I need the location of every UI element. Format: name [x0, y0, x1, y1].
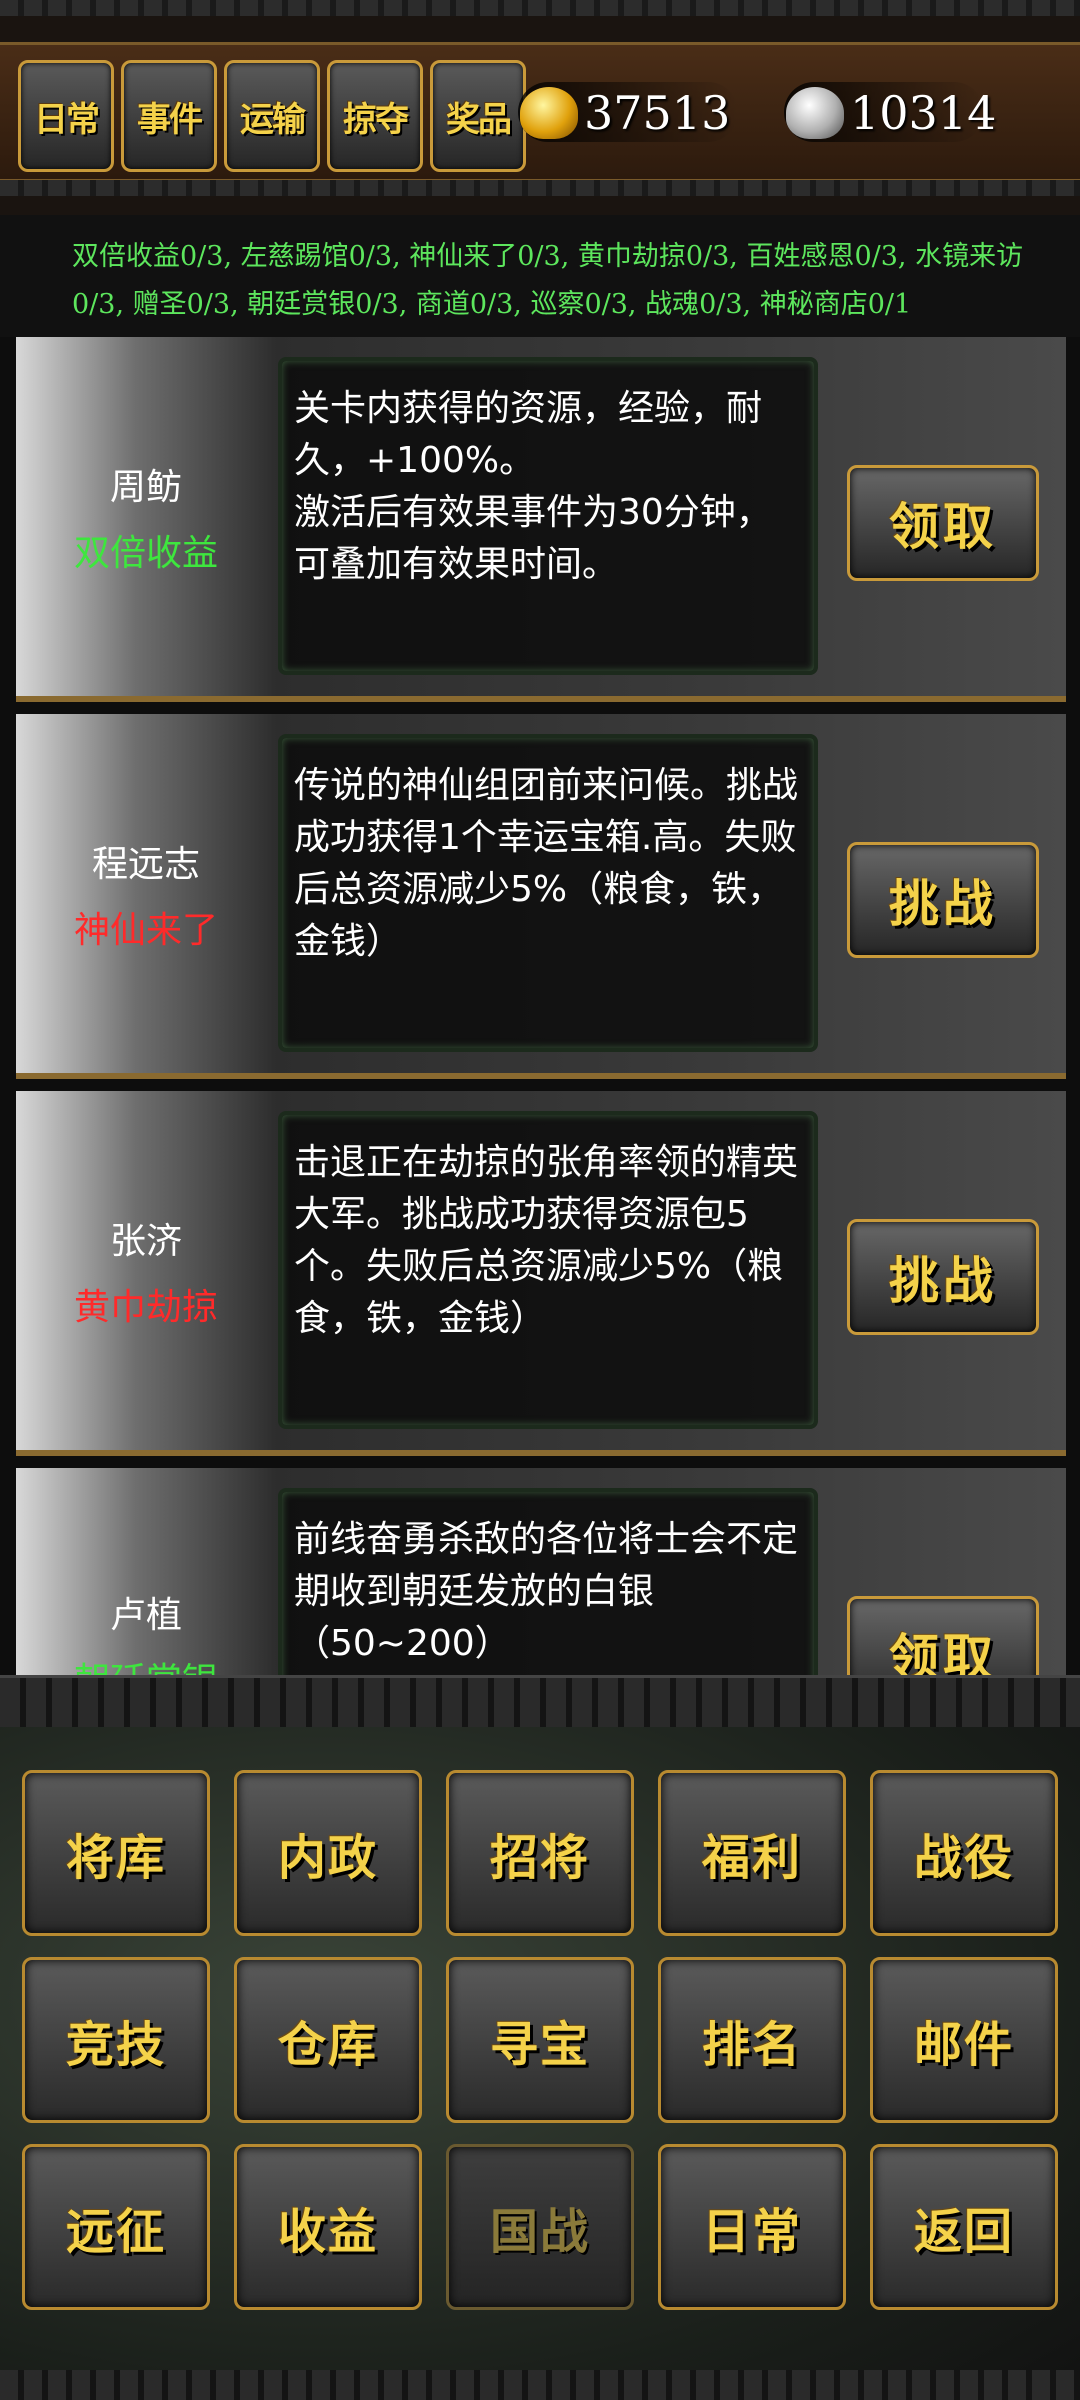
silver-amount: 10314	[850, 86, 997, 140]
tab-transport[interactable]: 运输	[224, 60, 320, 172]
tab-events[interactable]: 事件	[121, 60, 217, 172]
bottom-ornament-border	[0, 2370, 1080, 2400]
menu-back-button[interactable]: 返回	[870, 2144, 1058, 2310]
menu-daily-button[interactable]: 日常	[658, 2144, 846, 2310]
general-info: 张济 黄巾劫掠	[16, 1091, 276, 1450]
tab-prizes[interactable]: 奖品	[430, 60, 526, 172]
menu-internal-affairs-button[interactable]: 内政	[234, 1770, 422, 1936]
event-type: 黄巾劫掠	[73, 1286, 218, 1328]
event-description: 击退正在劫掠的张角率领的精英大军。挑战成功获得资源包5个。失败后总资源减少5%（…	[278, 1111, 818, 1429]
event-card: 程远志 神仙来了 传说的神仙组团前来问候。挑战成功获得1个幸运宝箱.高。失败后总…	[16, 714, 1066, 1079]
event-counts-text: 双倍收益0/3, 左慈踢馆0/3, 神仙来了0/3, 黄巾劫掠0/3, 百姓感恩…	[72, 241, 1024, 320]
general-info: 周鲂 双倍收益	[16, 337, 276, 696]
general-name: 张济	[109, 1220, 182, 1262]
menu-recruit-button[interactable]: 招将	[446, 1770, 634, 1936]
menu-warehouse-button[interactable]: 仓库	[234, 1957, 422, 2123]
event-card: 张济 黄巾劫掠 击退正在劫掠的张角率领的精英大军。挑战成功获得资源包5个。失败后…	[16, 1091, 1066, 1456]
tab-plunder[interactable]: 掠夺	[327, 60, 423, 172]
event-type: 神仙来了	[73, 909, 218, 951]
silver-ingot-icon	[786, 87, 844, 139]
menu-generals-button[interactable]: 将库	[22, 1770, 210, 1936]
event-list[interactable]: 周鲂 双倍收益 关卡内获得的资源，经验，耐久，+100%。 激活后有效果事件为3…	[16, 337, 1066, 1675]
menu-divider	[0, 1675, 1080, 1733]
main-menu: 将库 内政 招将 福利 战役 竞技 仓库 寻宝 排名 邮件 远征 收益 国战 日…	[0, 1727, 1080, 2400]
gold-amount: 37513	[584, 86, 731, 140]
event-description: 前线奋勇杀敌的各位将士会不定期收到朝廷发放的白银（50~200）	[278, 1488, 818, 1675]
menu-ranking-button[interactable]: 排名	[658, 1957, 846, 2123]
gold-ingot-icon	[520, 87, 578, 139]
gold-counter: 37513	[520, 78, 730, 148]
tab-daily[interactable]: 日常	[18, 60, 114, 172]
event-description: 关卡内获得的资源，经验，耐久，+100%。 激活后有效果事件为30分钟，可叠加有…	[278, 357, 818, 675]
menu-nation-war-button[interactable]: 国战	[446, 2144, 634, 2310]
menu-expedition-button[interactable]: 远征	[22, 2144, 210, 2310]
tabs: 日常 事件 运输 掠夺 奖品	[18, 60, 526, 172]
general-name: 卢植	[109, 1595, 182, 1636]
general-name: 程远志	[91, 843, 200, 885]
silver-counter: 10314	[786, 78, 996, 148]
event-description-line-1: 关卡内获得的资源，经验，耐久，+100%。	[294, 388, 763, 481]
tab-strip-ornament-border	[0, 180, 1080, 196]
general-info: 程远志 神仙来了	[16, 714, 276, 1073]
general-info: 卢植 朝廷赏银	[16, 1468, 276, 1675]
top-bar: 日常 事件 运输 掠夺 奖品 37513 10314	[0, 0, 1080, 215]
menu-treasure-hunt-button[interactable]: 寻宝	[446, 1957, 634, 2123]
event-type: 双倍收益	[73, 532, 218, 574]
claim-button[interactable]: 领取	[847, 465, 1039, 581]
menu-arena-button[interactable]: 竞技	[22, 1957, 210, 2123]
challenge-button[interactable]: 挑战	[847, 842, 1039, 958]
event-description-line-2: 激活后有效果事件为30分钟，可叠加有效果时间。	[294, 492, 772, 585]
top-ornament-border	[0, 0, 1080, 16]
claim-button[interactable]: 领取	[847, 1596, 1039, 1675]
general-name: 周鲂	[109, 466, 182, 508]
challenge-button[interactable]: 挑战	[847, 1219, 1039, 1335]
event-counts-panel: 双倍收益0/3, 左慈踢馆0/3, 神仙来了0/3, 黄巾劫掠0/3, 百姓感恩…	[0, 215, 1080, 337]
menu-campaign-button[interactable]: 战役	[870, 1770, 1058, 1936]
event-description: 传说的神仙组团前来问候。挑战成功获得1个幸运宝箱.高。失败后总资源减少5%（粮食…	[278, 734, 818, 1052]
menu-mail-button[interactable]: 邮件	[870, 1957, 1058, 2123]
event-card: 周鲂 双倍收益 关卡内获得的资源，经验，耐久，+100%。 激活后有效果事件为3…	[16, 337, 1066, 702]
event-card: 卢植 朝廷赏银 前线奋勇杀敌的各位将士会不定期收到朝廷发放的白银（50~200）…	[16, 1468, 1066, 1675]
menu-welfare-button[interactable]: 福利	[658, 1770, 846, 1936]
event-type: 朝廷赏银	[74, 1652, 218, 1675]
menu-income-button[interactable]: 收益	[234, 2144, 422, 2310]
